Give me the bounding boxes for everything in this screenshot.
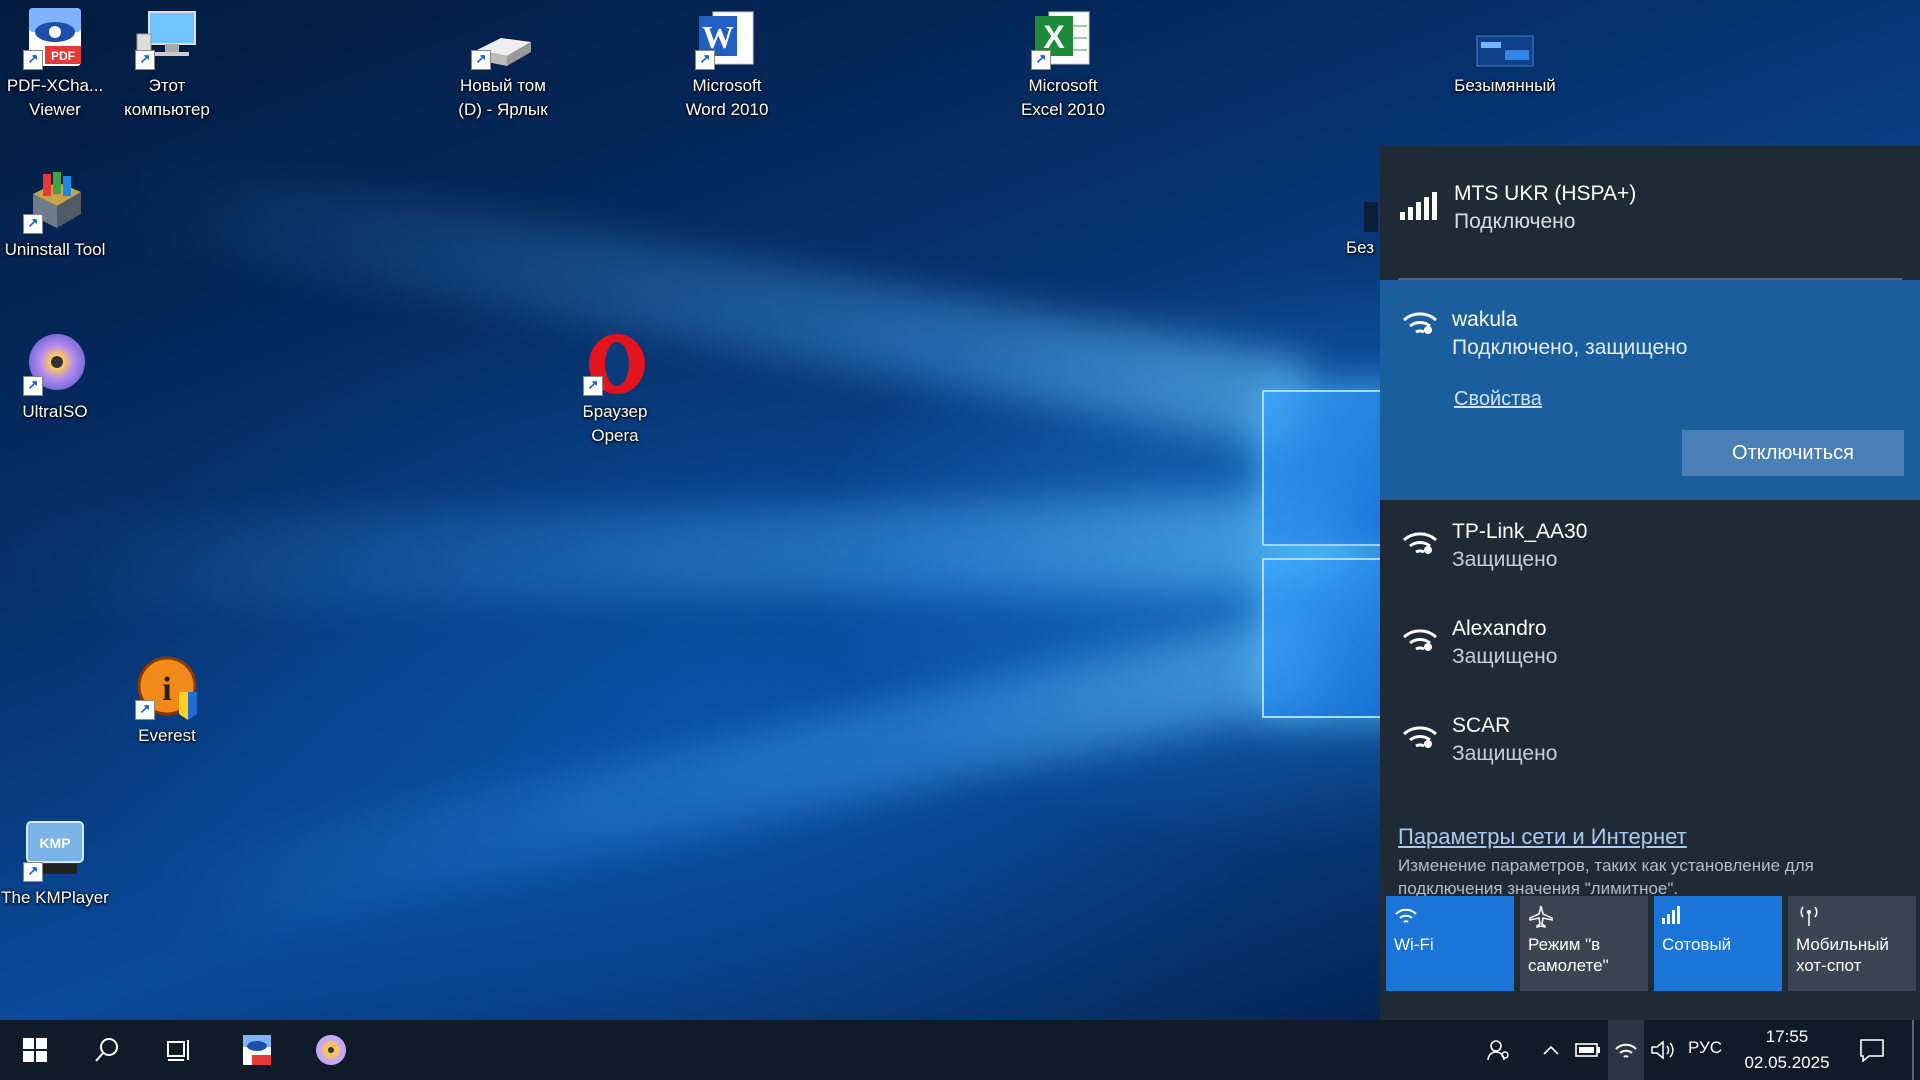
desktop-icon-excel[interactable]: X ↗ Microsoft Excel 2010 bbox=[1008, 6, 1118, 122]
desktop-icon-opera[interactable]: ↗ Браузер Opera bbox=[560, 332, 670, 448]
desktop-icon-new-volume[interactable]: ↗ Новый том (D) - Ярлык bbox=[448, 30, 558, 122]
input-language-indicator[interactable]: РУС bbox=[1688, 1038, 1722, 1058]
disc-icon: ↗ bbox=[23, 332, 87, 396]
wifi-network-item[interactable]: TP-Link_AA30 Защищено bbox=[1380, 500, 1920, 597]
wifi-network-status: Защищено bbox=[1452, 645, 1558, 668]
start-button[interactable] bbox=[0, 1020, 70, 1080]
quick-action-cellular[interactable]: Сотовый bbox=[1654, 896, 1782, 991]
clock-time: 17:55 bbox=[1765, 1027, 1809, 1046]
show-hidden-icons-button[interactable] bbox=[1536, 1020, 1566, 1080]
kmplayer-icon: KMP ↗ bbox=[23, 818, 87, 882]
taskbar-app-ultraiso[interactable] bbox=[296, 1020, 366, 1080]
wifi-network-name: wakula bbox=[1452, 308, 1518, 331]
excel-icon: X ↗ bbox=[1031, 6, 1095, 70]
disc-icon bbox=[316, 1035, 346, 1065]
volume-button[interactable] bbox=[1646, 1020, 1680, 1080]
wifi-network-status: Защищено bbox=[1452, 742, 1558, 765]
search-button[interactable] bbox=[72, 1020, 142, 1080]
drive-icon: ↗ bbox=[471, 30, 535, 70]
people-icon bbox=[1487, 1040, 1509, 1061]
desktop-icon-kmplayer[interactable]: KMP ↗ The KMPlayer bbox=[0, 818, 110, 910]
battery-icon bbox=[1575, 1043, 1600, 1057]
wifi-network-item[interactable]: SCAR Защищено bbox=[1380, 694, 1920, 791]
wifi-network-name: TP-Link_AA30 bbox=[1452, 520, 1588, 543]
wifi-network-name: SCAR bbox=[1452, 714, 1511, 737]
clock[interactable]: 17:55 02.05.2025 bbox=[1725, 1024, 1849, 1076]
desktop-icon-untitled[interactable]: Безымянный bbox=[1450, 30, 1560, 98]
cellular-icon bbox=[1662, 904, 1774, 934]
pdf-viewer-icon bbox=[243, 1035, 271, 1065]
svg-text:KMP: KMP bbox=[39, 835, 70, 851]
word-icon: W ↗ bbox=[695, 6, 759, 70]
quick-action-label: Wi-Fi bbox=[1394, 935, 1434, 954]
light-beam bbox=[0, 496, 1351, 610]
quick-action-label: Мобильный хот-спот bbox=[1796, 935, 1889, 975]
search-icon bbox=[95, 1038, 118, 1062]
wifi-secured-icon bbox=[1402, 522, 1438, 561]
desktop-icon-pdf-xchange[interactable]: PDF ↗ PDF-XCha... Viewer bbox=[0, 6, 110, 122]
properties-link[interactable]: Свойства bbox=[1454, 388, 1542, 411]
hotspot-icon bbox=[1796, 904, 1908, 934]
desktop-icon-this-pc[interactable]: ↗ Этот компьютер bbox=[112, 6, 222, 122]
quick-action-wifi[interactable]: Wi-Fi bbox=[1386, 896, 1514, 991]
quick-action-label: Сотовый bbox=[1662, 935, 1732, 954]
disconnect-button[interactable]: Отключиться bbox=[1682, 430, 1904, 476]
wifi-network-name: Alexandro bbox=[1452, 617, 1547, 640]
battery-indicator[interactable] bbox=[1572, 1020, 1604, 1080]
desktop-icon-word[interactable]: W ↗ Microsoft Word 2010 bbox=[672, 6, 782, 122]
clock-date: 02.05.2025 bbox=[1744, 1053, 1830, 1072]
chevron-up-icon bbox=[1543, 1045, 1559, 1055]
light-beam bbox=[140, 611, 1334, 950]
svg-text:i: i bbox=[162, 671, 171, 708]
wifi-network-item[interactable]: Alexandro Защищено bbox=[1380, 597, 1920, 694]
action-center-button[interactable] bbox=[1852, 1020, 1892, 1080]
quick-action-hotspot[interactable]: Мобильный хот-спот bbox=[1788, 896, 1916, 991]
uninstall-icon: ↗ bbox=[23, 170, 87, 234]
wifi-icon bbox=[1615, 1043, 1637, 1058]
wifi-network-status: Подключено, защищено bbox=[1452, 336, 1688, 359]
task-view-button[interactable] bbox=[144, 1020, 214, 1080]
desktop-icon-everest[interactable]: i ↗ Everest bbox=[112, 656, 222, 748]
image-file-icon bbox=[1473, 30, 1537, 70]
wifi-icon bbox=[1394, 904, 1506, 934]
wifi-secured-icon bbox=[1402, 716, 1438, 755]
notification-icon bbox=[1860, 1039, 1884, 1062]
desktop-icon-ultraiso[interactable]: ↗ UltraISO bbox=[0, 332, 110, 424]
wifi-network-connected[interactable]: wakula Подключено, защищено Свойства Отк… bbox=[1380, 280, 1920, 500]
wifi-secured-icon bbox=[1402, 302, 1438, 341]
opera-icon: ↗ bbox=[583, 332, 647, 396]
network-settings-link[interactable]: Параметры сети и Интернет bbox=[1398, 824, 1687, 850]
airplane-icon bbox=[1528, 904, 1640, 934]
network-settings-description: Изменение параметров, таких как установл… bbox=[1398, 856, 1814, 898]
pdf-viewer-icon: PDF ↗ bbox=[23, 6, 87, 70]
quick-action-airplane[interactable]: Режим "в самолете" bbox=[1520, 896, 1648, 991]
taskbar-app-pdf-xchange[interactable] bbox=[222, 1020, 292, 1080]
cellular-network-item[interactable]: MTS UKR (HSPA+) Подключено bbox=[1380, 146, 1920, 280]
task-view-icon bbox=[167, 1040, 189, 1061]
light-beam bbox=[112, 150, 1310, 448]
svg-text:PDF: PDF bbox=[51, 49, 75, 63]
wifi-network-status: Защищено bbox=[1452, 548, 1558, 571]
windows-start-icon bbox=[23, 1038, 47, 1062]
network-tray-button[interactable] bbox=[1608, 1020, 1644, 1080]
desktop-icon-uninstall-tool[interactable]: ↗ Uninstall Tool bbox=[0, 170, 110, 262]
computer-icon: ↗ bbox=[135, 6, 199, 70]
quick-action-label: Режим "в самолете" bbox=[1528, 935, 1609, 975]
network-flyout: MTS UKR (HSPA+) Подключено wakula Подклю… bbox=[1380, 146, 1920, 1020]
everest-icon: i ↗ bbox=[135, 656, 199, 720]
people-button[interactable] bbox=[1478, 1020, 1518, 1080]
taskbar: РУС 17:55 02.05.2025 bbox=[0, 1020, 1920, 1080]
wifi-secured-icon bbox=[1402, 619, 1438, 658]
show-desktop-button[interactable] bbox=[1912, 1020, 1914, 1080]
cellular-network-name: MTS UKR (HSPA+) bbox=[1454, 182, 1637, 205]
volume-icon bbox=[1651, 1040, 1674, 1060]
cellular-signal-icon bbox=[1400, 192, 1438, 225]
cellular-network-status: Подключено bbox=[1454, 210, 1576, 233]
